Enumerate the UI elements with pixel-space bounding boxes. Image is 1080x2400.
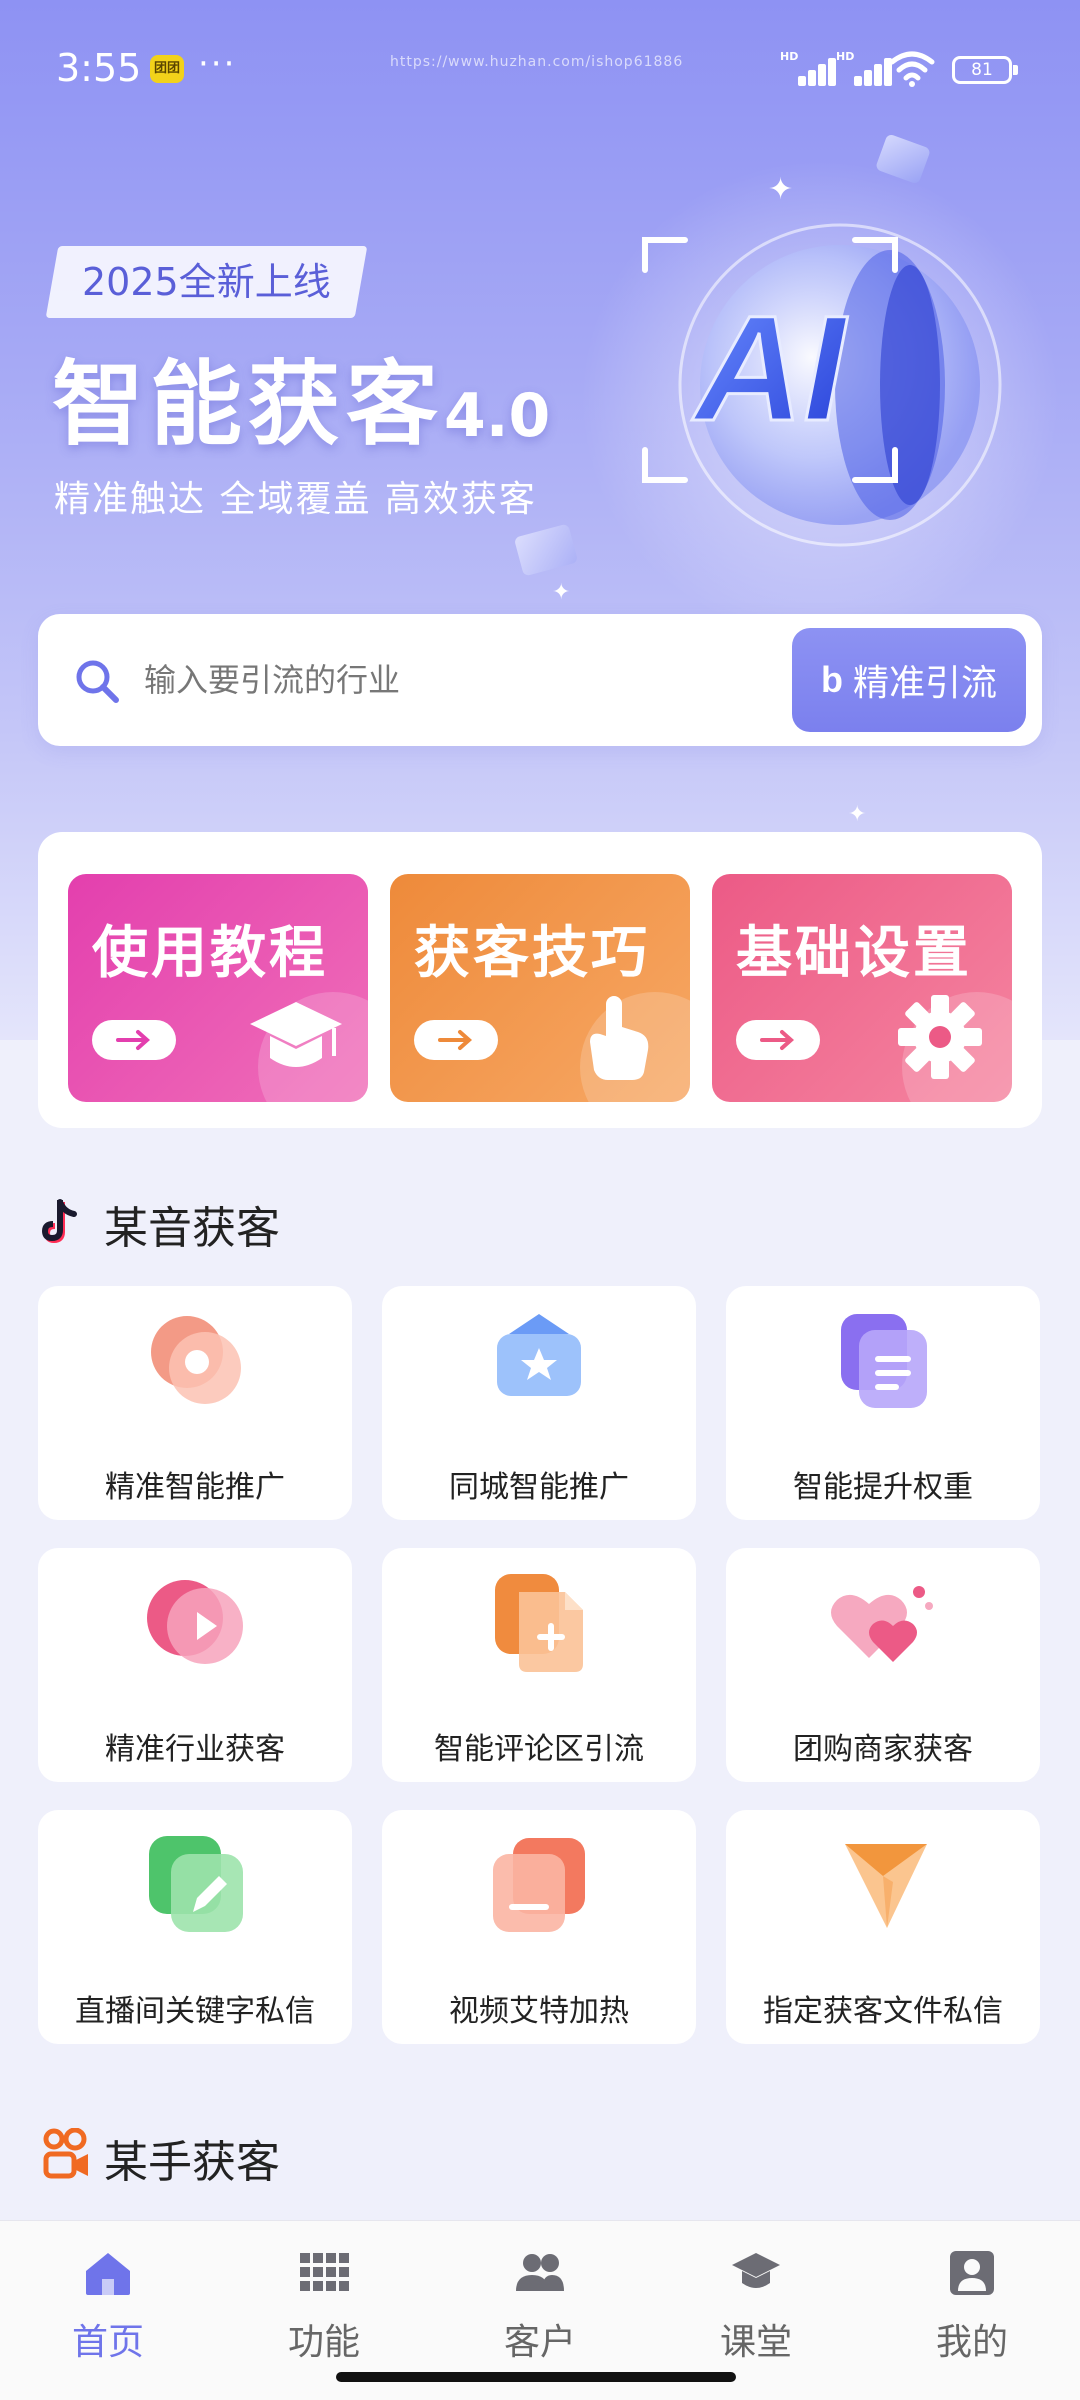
- add-file-icon: [495, 1574, 583, 1672]
- paper-plane-icon: [845, 1844, 927, 1928]
- quick-actions-panel: 使用教程 获客技巧 基础设置: [38, 832, 1042, 1128]
- grid-item-label: 同城智能推广: [449, 1470, 629, 1505]
- section-title-douyin: 某音获客: [104, 1203, 280, 1254]
- grid-item-video-mention-boost[interactable]: 视频艾特加热: [382, 1810, 696, 2044]
- hero-title: 智能获客4.0: [52, 351, 551, 458]
- nav-home-label: 首页: [71, 2322, 144, 2363]
- grid-item-local-promotion[interactable]: 同城智能推广: [382, 1286, 696, 1520]
- tips-card-title: 获客技巧: [414, 921, 650, 986]
- hearts-icon: [831, 1586, 933, 1662]
- wifi-icon: [889, 51, 935, 87]
- svg-text:AI: AI: [691, 284, 848, 452]
- grid-item-label: 团购商家获客: [793, 1732, 973, 1767]
- kuaishou-logo-icon: [43, 2128, 88, 2179]
- section-title-kuaishou: 某手获客: [104, 2137, 280, 2188]
- grid-item-file-leads-dm[interactable]: 指定获客文件私信: [726, 1810, 1040, 2044]
- nav-features[interactable]: 功能: [254, 2241, 394, 2371]
- grid-item-precise-promotion[interactable]: 精准智能推广: [38, 1286, 352, 1520]
- sparkle-icon: ✦: [848, 802, 867, 827]
- battery-icon: 81: [952, 56, 1018, 84]
- more-notifications-icon: ···: [198, 44, 237, 84]
- precise-traffic-label: 精准引流: [852, 662, 997, 703]
- status-time: 3:55: [56, 46, 142, 90]
- grid-item-label: 精准智能推广: [105, 1470, 285, 1505]
- sparkle-icon: ✦: [768, 172, 794, 207]
- douyin-logo-icon: b: [820, 659, 843, 700]
- arrow-right-icon: [736, 1020, 820, 1060]
- nav-customers[interactable]: 客户: [470, 2241, 610, 2371]
- nav-profile-label: 我的: [935, 2322, 1008, 2363]
- search-input[interactable]: [144, 650, 804, 710]
- ai-hero-icon: AI: [642, 223, 1002, 547]
- watermark-text: https://www.huzhan.com/ishop61886: [390, 54, 684, 70]
- ticket-star-icon: [497, 1314, 581, 1396]
- signal-icon: HD: [780, 50, 838, 86]
- users-icon: [516, 2254, 564, 2291]
- nav-classroom-label: 课堂: [719, 2322, 792, 2363]
- hero-subtitle: 精准触达 全域覆盖 高效获客: [54, 479, 537, 520]
- search-icon: [76, 660, 119, 703]
- precise-traffic-button[interactable]: b 精准引流: [792, 628, 1026, 732]
- tap-hand-icon: [590, 996, 649, 1080]
- grid-item-boost-weight[interactable]: 智能提升权重: [726, 1286, 1040, 1520]
- status-bar: 3:55 团团 ··· https://www.huzhan.com/ishop…: [0, 0, 1080, 140]
- grid-item-label: 指定获客文件私信: [763, 1994, 1003, 2029]
- settings-card[interactable]: 基础设置: [712, 874, 1012, 1102]
- tips-card[interactable]: 获客技巧: [390, 874, 690, 1102]
- grid-item-industry-leads[interactable]: 精准行业获客: [38, 1548, 352, 1782]
- search-bar: b 精准引流: [38, 614, 1042, 746]
- grid-item-label: 直播间关键字私信: [75, 1994, 315, 2029]
- signal-icon-2: HD: [836, 50, 894, 86]
- launch-tag: 2025全新上线: [45, 246, 368, 318]
- home-icon: [86, 2253, 130, 2295]
- gear-icon: [898, 995, 982, 1079]
- profile-icon: [950, 2251, 994, 2295]
- notification-app-icon: 团团: [150, 55, 184, 83]
- grid-item-groupbuy-leads[interactable]: 团购商家获客: [726, 1548, 1040, 1782]
- graduation-cap-icon: [732, 2253, 780, 2288]
- douyin-logo-icon: [42, 1199, 77, 1244]
- nav-home[interactable]: 首页: [38, 2241, 178, 2371]
- card-minus-icon: [493, 1838, 585, 1932]
- grid-icon: [300, 2253, 349, 2291]
- graduation-cap-icon: [250, 1002, 342, 1067]
- document-stack-icon: [841, 1314, 927, 1408]
- grid-item-comment-traffic[interactable]: 智能评论区引流: [382, 1548, 696, 1782]
- tutorial-card-title: 使用教程: [92, 921, 328, 986]
- play-circle-icon: [147, 1580, 243, 1664]
- nav-profile[interactable]: 我的: [902, 2241, 1042, 2371]
- tutorial-card[interactable]: 使用教程: [68, 874, 368, 1102]
- target-icon: [151, 1316, 241, 1404]
- arrow-right-icon: [92, 1020, 176, 1060]
- nav-features-label: 功能: [287, 2322, 360, 2363]
- sparkle-icon: ✦: [552, 580, 571, 605]
- home-indicator: [336, 2372, 736, 2382]
- arrow-right-icon: [414, 1020, 498, 1060]
- grid-item-live-keyword-dm[interactable]: 直播间关键字私信: [38, 1810, 352, 2044]
- edit-card-icon: [149, 1836, 243, 1932]
- grid-item-label: 精准行业获客: [105, 1732, 285, 1767]
- nav-customers-label: 客户: [503, 2322, 576, 2363]
- nav-classroom[interactable]: 课堂: [686, 2241, 826, 2371]
- grid-item-label: 智能评论区引流: [434, 1732, 644, 1767]
- settings-card-title: 基础设置: [736, 921, 972, 986]
- grid-item-label: 智能提升权重: [793, 1470, 973, 1505]
- grid-item-label: 视频艾特加热: [449, 1994, 629, 2029]
